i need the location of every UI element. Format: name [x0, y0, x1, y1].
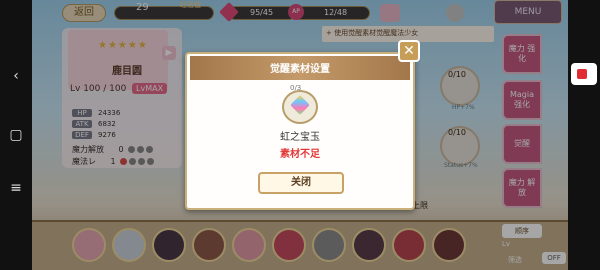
close-button[interactable]: 关闭 [258, 172, 344, 194]
recents-nav-icon[interactable]: ≡ [0, 176, 32, 200]
record-icon[interactable] [571, 63, 597, 85]
dialog-title: 觉醒素材设置 [270, 64, 330, 75]
status-text: 素材不足 [280, 149, 320, 160]
home-nav-icon[interactable]: ▢ [0, 123, 32, 147]
android-nav-left: ‹ ▢ ≡ [0, 0, 32, 270]
back-nav-icon[interactable]: ‹ [0, 64, 32, 88]
close-icon[interactable]: ✕ [398, 40, 420, 62]
material-name: 虹之宝玉 [280, 132, 320, 143]
android-nav-right [568, 0, 600, 270]
